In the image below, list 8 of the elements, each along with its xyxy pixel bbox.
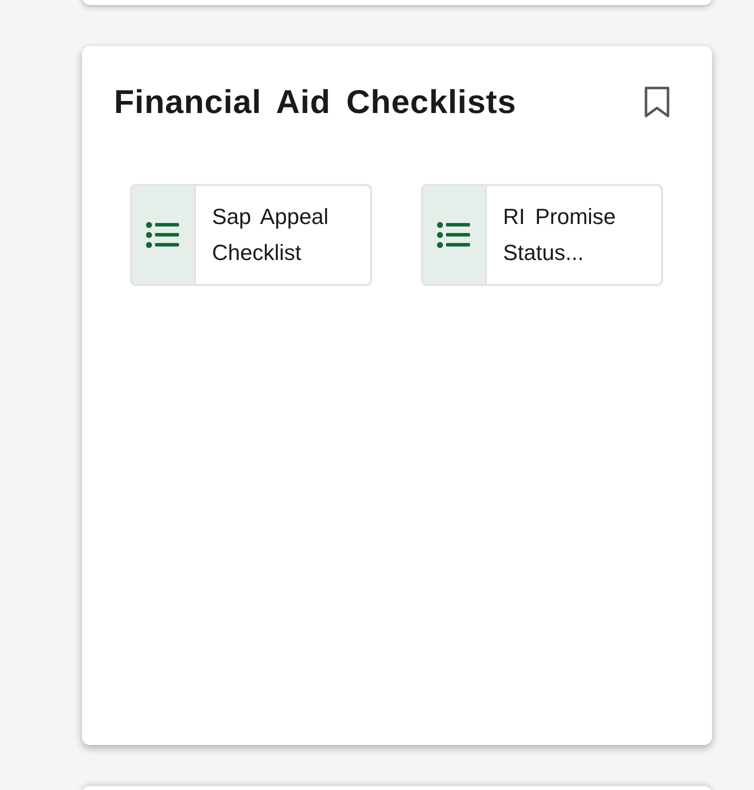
card-title: Financial Aid Checklists xyxy=(114,82,516,122)
bookmark-icon[interactable] xyxy=(644,86,670,118)
checklist-tile[interactable]: RI Promise Status... xyxy=(421,184,663,286)
tile-label: RI Promise Status... xyxy=(503,203,617,267)
tile-label: Sap Appeal Checklist xyxy=(212,203,330,267)
list-icon xyxy=(146,221,180,249)
checklist-tile[interactable]: Sap Appeal Checklist xyxy=(130,184,372,286)
list-icon xyxy=(437,221,471,249)
